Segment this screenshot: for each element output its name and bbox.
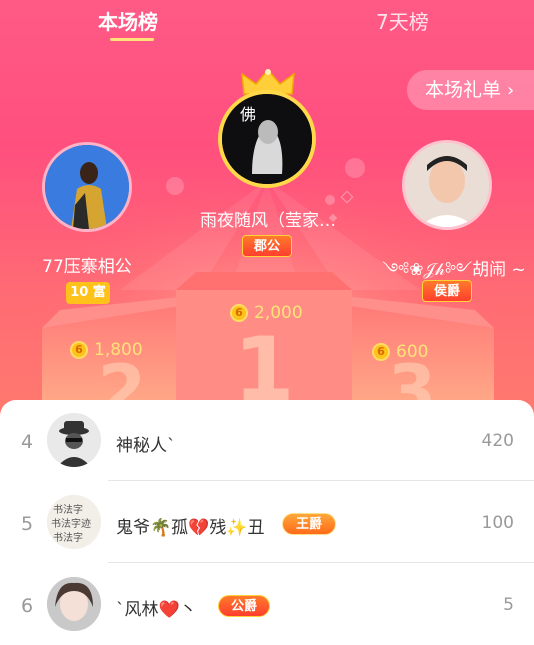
- first-place-rank-badge: 郡公: [242, 235, 292, 257]
- tab-seven-days[interactable]: 7天榜: [376, 6, 429, 35]
- first-place-avatar[interactable]: 佛: [218, 90, 316, 188]
- coin-icon: 6: [372, 343, 390, 361]
- third-place-avatar[interactable]: [402, 140, 492, 230]
- user-name: ˋ风林❤️丶: [116, 600, 197, 620]
- first-place-score-value: 2,000: [254, 303, 303, 323]
- svg-text:书法字迹: 书法字迹: [51, 517, 91, 530]
- rank-number: 4: [20, 431, 34, 453]
- chevron-right-icon: ›: [507, 80, 515, 101]
- list-item[interactable]: 5 书法字 书法字迹 书法字 鬼爷🌴孤💔残✨丑 王爵 100: [0, 482, 534, 562]
- first-place-score: 6 2,000: [230, 303, 303, 323]
- divider: [108, 480, 534, 481]
- contribution-value: 420: [481, 431, 514, 451]
- ranking-screen: 本场榜 7天榜 本场礼单 › 佛 雨夜随风（莹家… 郡公 77压寨相公 10 富…: [0, 0, 534, 645]
- list-item[interactable]: 6 ˋ风林❤️丶 公爵 5: [0, 564, 534, 644]
- second-place-score: 6 1,800: [70, 340, 143, 360]
- svg-text:佛: 佛: [240, 105, 256, 124]
- list-item[interactable]: 4 神秘人` 420: [0, 400, 534, 480]
- ranking-list: 4 神秘人` 420 5 书法字 书法字迹 书法字 鬼爷🌴孤💔残✨丑 王爵 10…: [0, 400, 534, 645]
- contribution-value: 5: [503, 595, 514, 615]
- third-place-score: 6 600: [372, 342, 428, 362]
- rank-number: 6: [20, 595, 34, 617]
- tab-bar: 本场榜 7天榜: [0, 0, 534, 50]
- contribution-value: 100: [481, 513, 514, 533]
- noble-rank-badge: 公爵: [218, 595, 270, 617]
- leaderboard-hero: 本场榜 7天榜 本场礼单 › 佛 雨夜随风（莹家… 郡公 77压寨相公 10 富…: [0, 0, 534, 420]
- user-avatar: 书法字 书法字迹 书法字: [47, 495, 101, 549]
- divider: [108, 562, 534, 563]
- third-place-score-value: 600: [396, 342, 429, 362]
- active-tab-indicator: [110, 38, 154, 41]
- svg-text:书法字: 书法字: [53, 531, 83, 544]
- user-name: 神秘人`: [116, 436, 176, 456]
- coin-icon: 6: [230, 304, 248, 322]
- coin-icon: 6: [70, 341, 88, 359]
- gift-list-label: 本场礼单: [425, 79, 502, 101]
- user-name: 鬼爷🌴孤💔残✨丑: [116, 518, 265, 538]
- first-place-name: 雨夜随风（莹家…: [200, 211, 336, 231]
- gift-list-button[interactable]: 本场礼单 ›: [407, 70, 534, 110]
- mystery-user-avatar: [47, 413, 101, 467]
- user-avatar: [47, 577, 101, 631]
- rank-number: 5: [20, 513, 34, 535]
- second-place-score-value: 1,800: [94, 340, 143, 360]
- svg-text:书法字: 书法字: [53, 503, 83, 516]
- second-place-avatar[interactable]: [42, 142, 132, 232]
- noble-rank-badge: 王爵: [282, 513, 336, 535]
- tab-this-session[interactable]: 本场榜: [98, 6, 158, 35]
